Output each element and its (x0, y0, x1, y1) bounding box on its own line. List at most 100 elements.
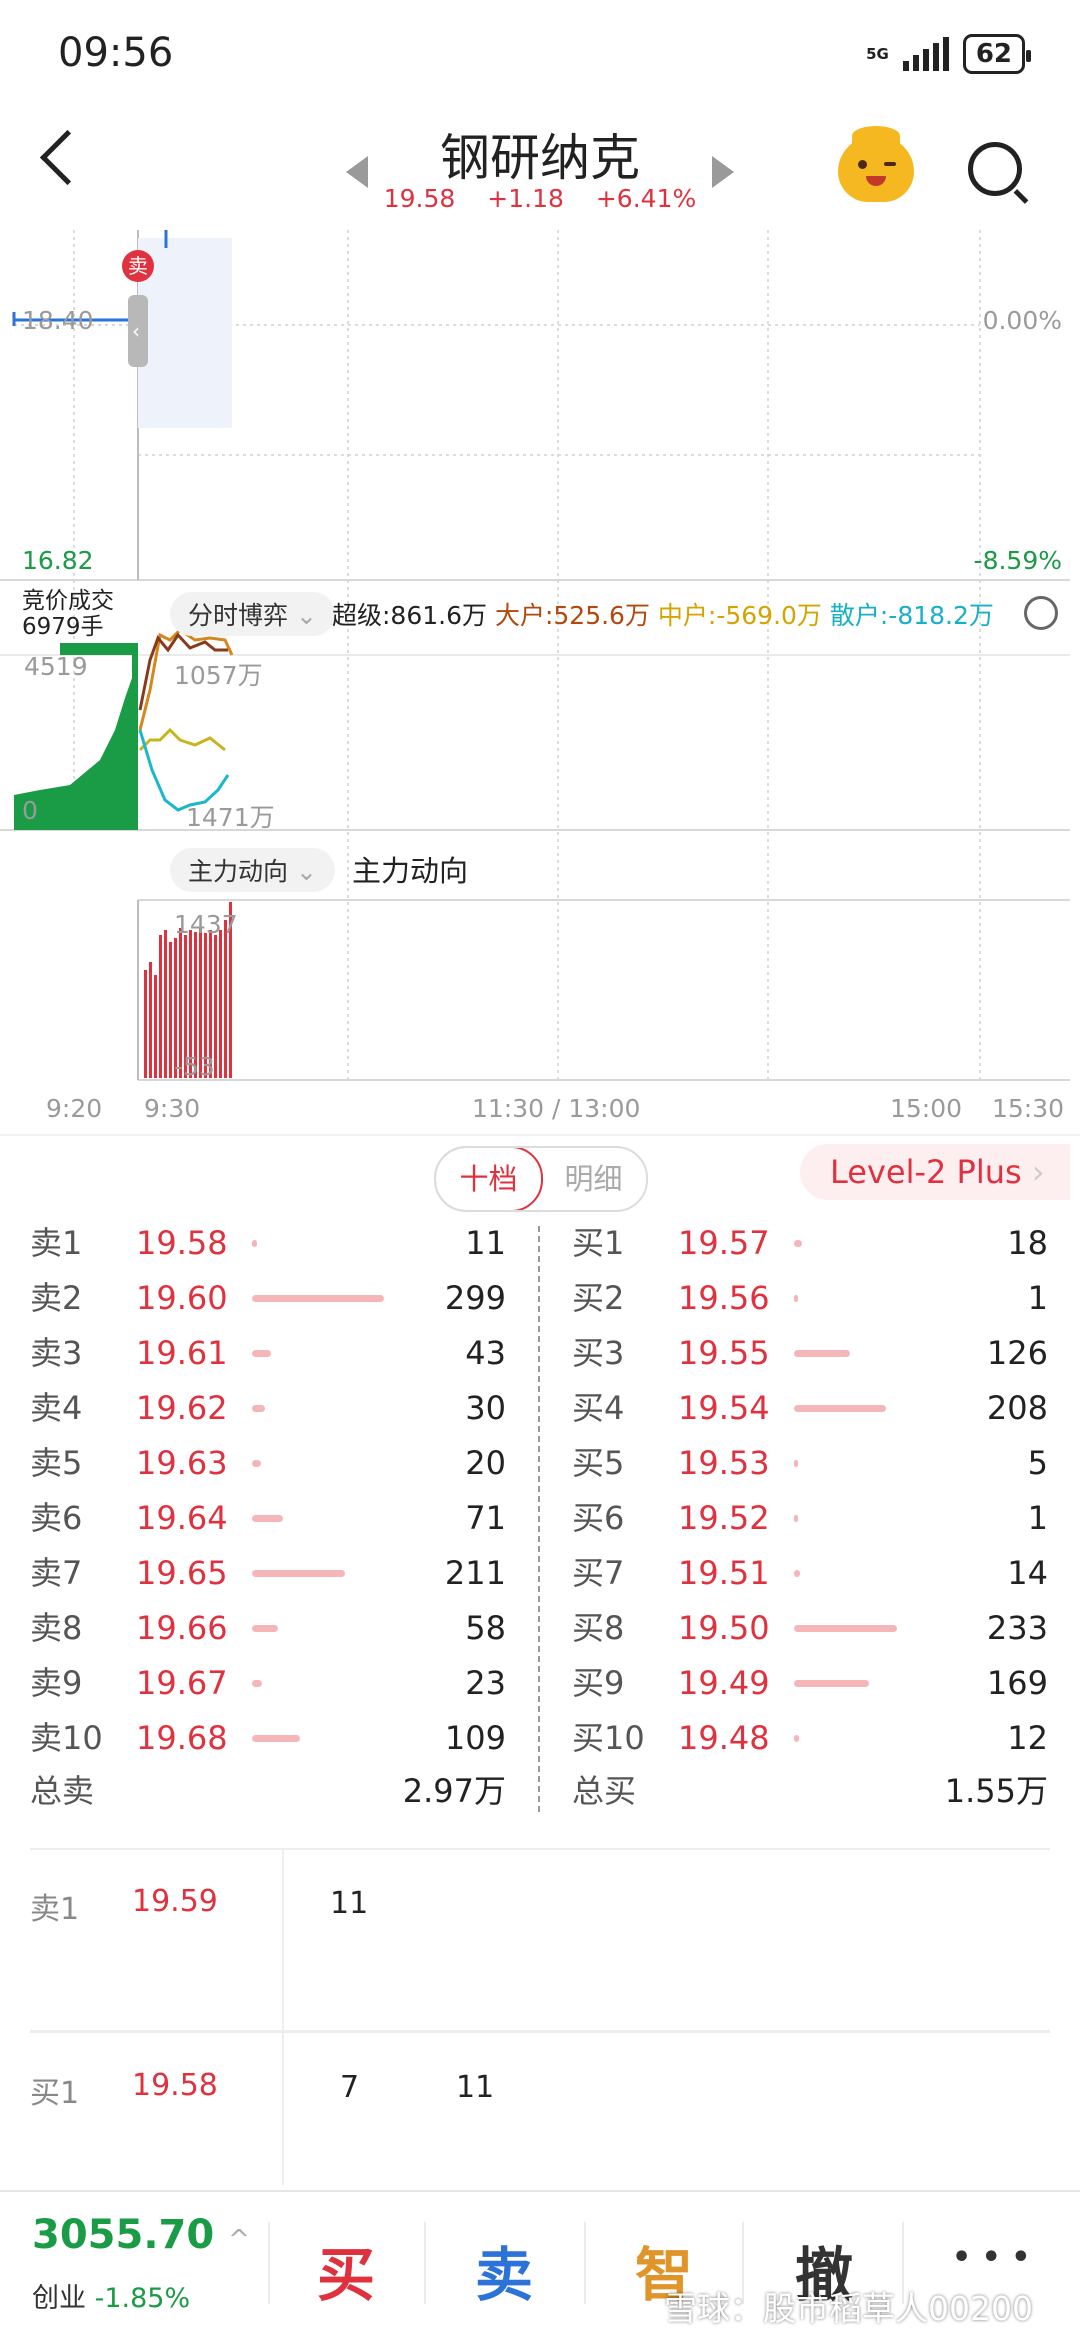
flow-bottom-label: -53 (174, 1052, 215, 1081)
level2-label: Level-2 Plus (830, 1153, 1022, 1191)
index-name-text: 创业 (32, 2283, 86, 2314)
time-label: 9:30 (144, 1094, 201, 1123)
buy-level-price: 19.57 (678, 1224, 770, 1262)
buy-level-row[interactable]: 买4 19.54 208 (572, 1381, 1048, 1435)
buy-level-row[interactable]: 买1 19.57 18 (572, 1216, 1048, 1270)
sell-level-label: 卖3 (30, 1334, 83, 1372)
buy-level-label: 买4 (572, 1389, 625, 1427)
buy-level-volume: 1 (1027, 1279, 1048, 1317)
flow-top-label: 1437 (174, 910, 238, 939)
sell-level-row[interactable]: 卖5 19.63 20 (30, 1436, 506, 1490)
chevron-right-icon: › (1031, 1153, 1045, 1191)
buy-level-volume-bar (794, 1570, 800, 1577)
sell-level-volume: 58 (465, 1609, 506, 1647)
index-name: 创业 -1.85% (32, 2276, 190, 2315)
chevron-down-icon: ⌄ (295, 857, 317, 886)
buy-level-volume: 14 (1007, 1554, 1048, 1592)
stock-change-pct: +6.41% (595, 184, 697, 213)
chevron-down-icon: ⌄ (295, 601, 317, 630)
sell-level-price: 19.68 (136, 1719, 228, 1757)
sell-level-row[interactable]: 卖3 19.61 43 (30, 1326, 506, 1380)
watermark-text: 雪球：股市稻草人00200 (664, 2289, 1033, 2328)
sell-level-price: 19.65 (136, 1554, 228, 1592)
buy-level-row[interactable]: 买6 19.52 1 (572, 1491, 1048, 1545)
detail-buy-price: 19.58 (132, 2068, 218, 2103)
sell-level-volume: 23 (465, 1664, 506, 1702)
sell-level-volume-bar (252, 1570, 345, 1577)
stock-change: +1.18 (487, 184, 564, 213)
tab-detail[interactable]: 明细 (541, 1148, 646, 1210)
detail-buy-vol: 7 (340, 2070, 360, 2105)
sell-level-price: 19.61 (136, 1334, 228, 1372)
sell-level-volume-bar (252, 1295, 384, 1302)
buy-level-label: 买6 (572, 1499, 625, 1537)
stock-price: 19.58 (383, 184, 456, 213)
buy-level-row[interactable]: 买9 19.49 169 (572, 1656, 1048, 1710)
sell-level-row[interactable]: 卖4 19.62 30 (30, 1381, 506, 1435)
sell-level-volume-bar (252, 1515, 283, 1522)
sell-level-label: 卖9 (30, 1664, 83, 1702)
sell-level-label: 卖7 (30, 1554, 83, 1592)
sell-level-row[interactable]: 卖10 19.68 109 (30, 1711, 506, 1765)
sell-level-row[interactable]: 卖6 19.64 71 (30, 1491, 506, 1545)
game-mode-selector[interactable]: 分时博弈 ⌄ (170, 592, 335, 636)
sell-level-label: 卖4 (30, 1389, 83, 1427)
intraday-chart[interactable]: ‹ (0, 230, 1080, 1120)
sell-level-row[interactable]: 卖9 19.67 23 (30, 1656, 506, 1710)
sell-button[interactable]: 卖 (444, 2228, 564, 2312)
sell-level-row[interactable]: 卖2 19.60 299 (30, 1271, 506, 1325)
buy-level-row[interactable]: 买10 19.48 12 (572, 1711, 1048, 1765)
sell-level-row[interactable]: 卖1 19.58 11 (30, 1216, 506, 1270)
buy-level-volume: 169 (986, 1664, 1048, 1702)
sell-marker-icon[interactable]: 卖 (122, 250, 154, 282)
bar-divider (268, 2222, 270, 2304)
sell-level-volume-bar (252, 1680, 262, 1687)
total-sell-value: 2.97万 (402, 1772, 506, 1810)
settings-icon[interactable] (1024, 596, 1058, 630)
sell-level-price: 19.58 (136, 1224, 228, 1262)
detail-sell-price: 19.59 (132, 1884, 218, 1919)
buy-level-row[interactable]: 买2 19.56 1 (572, 1271, 1048, 1325)
price-low-label: 16.82 (22, 546, 94, 575)
buy-level-row[interactable]: 买7 19.51 14 (572, 1546, 1048, 1600)
buy-level-label: 买3 (572, 1334, 625, 1372)
buy-level-volume-bar (794, 1295, 798, 1302)
buy-level-volume: 233 (986, 1609, 1048, 1647)
sell-level-row[interactable]: 卖8 19.66 58 (30, 1601, 506, 1655)
sell-level-volume: 43 (465, 1334, 506, 1372)
sell-level-volume: 71 (465, 1499, 506, 1537)
buy-button[interactable]: 买 (286, 2228, 406, 2312)
sell-level-price: 19.67 (136, 1664, 228, 1702)
buy-level-label: 买9 (572, 1664, 625, 1702)
buy-level-volume-bar (794, 1460, 798, 1467)
sell-level-price: 19.64 (136, 1499, 228, 1537)
tab-ten-levels[interactable]: 十档 (436, 1148, 543, 1210)
orderbook-divider (538, 1226, 540, 1812)
buy-level-row[interactable]: 买5 19.53 5 (572, 1436, 1048, 1490)
buy-level-price: 19.55 (678, 1334, 770, 1372)
level2-plus-button[interactable]: Level-2 Plus › (800, 1144, 1070, 1200)
detail-buy-label: 买1 (30, 2076, 80, 2111)
stock-title: 钢研纳克 (440, 129, 640, 187)
buy-level-volume: 12 (1007, 1719, 1048, 1757)
game-top-label: 1057万 (174, 661, 263, 690)
detail-divider (30, 2030, 1050, 2033)
buy-level-row[interactable]: 买3 19.55 126 (572, 1326, 1048, 1380)
buy-level-label: 买1 (572, 1224, 625, 1262)
mascot-icon[interactable] (838, 126, 914, 202)
search-icon[interactable] (968, 142, 1022, 196)
status-icons: 5G 62 (866, 34, 1032, 74)
buy-level-price: 19.52 (678, 1499, 770, 1537)
sell-level-row[interactable]: 卖7 19.65 211 (30, 1546, 506, 1600)
bar-divider (584, 2222, 586, 2304)
detail-buy-vol: 11 (456, 2070, 495, 2105)
orderbook-tabs: 十档 明细 (434, 1146, 648, 1212)
buy-level-row[interactable]: 买8 19.50 233 (572, 1601, 1048, 1655)
sell-level-volume-bar (252, 1350, 271, 1357)
time-label: 9:20 (46, 1094, 103, 1123)
index-value[interactable]: 3055.70 ^ (32, 2212, 250, 2258)
main-flow-selector[interactable]: 主力动向 ⌄ (170, 848, 335, 892)
total-buy-value: 1.55万 (944, 1772, 1048, 1810)
more-icon[interactable]: • • • (952, 2240, 1030, 2275)
sell-level-label: 卖1 (30, 1224, 83, 1262)
